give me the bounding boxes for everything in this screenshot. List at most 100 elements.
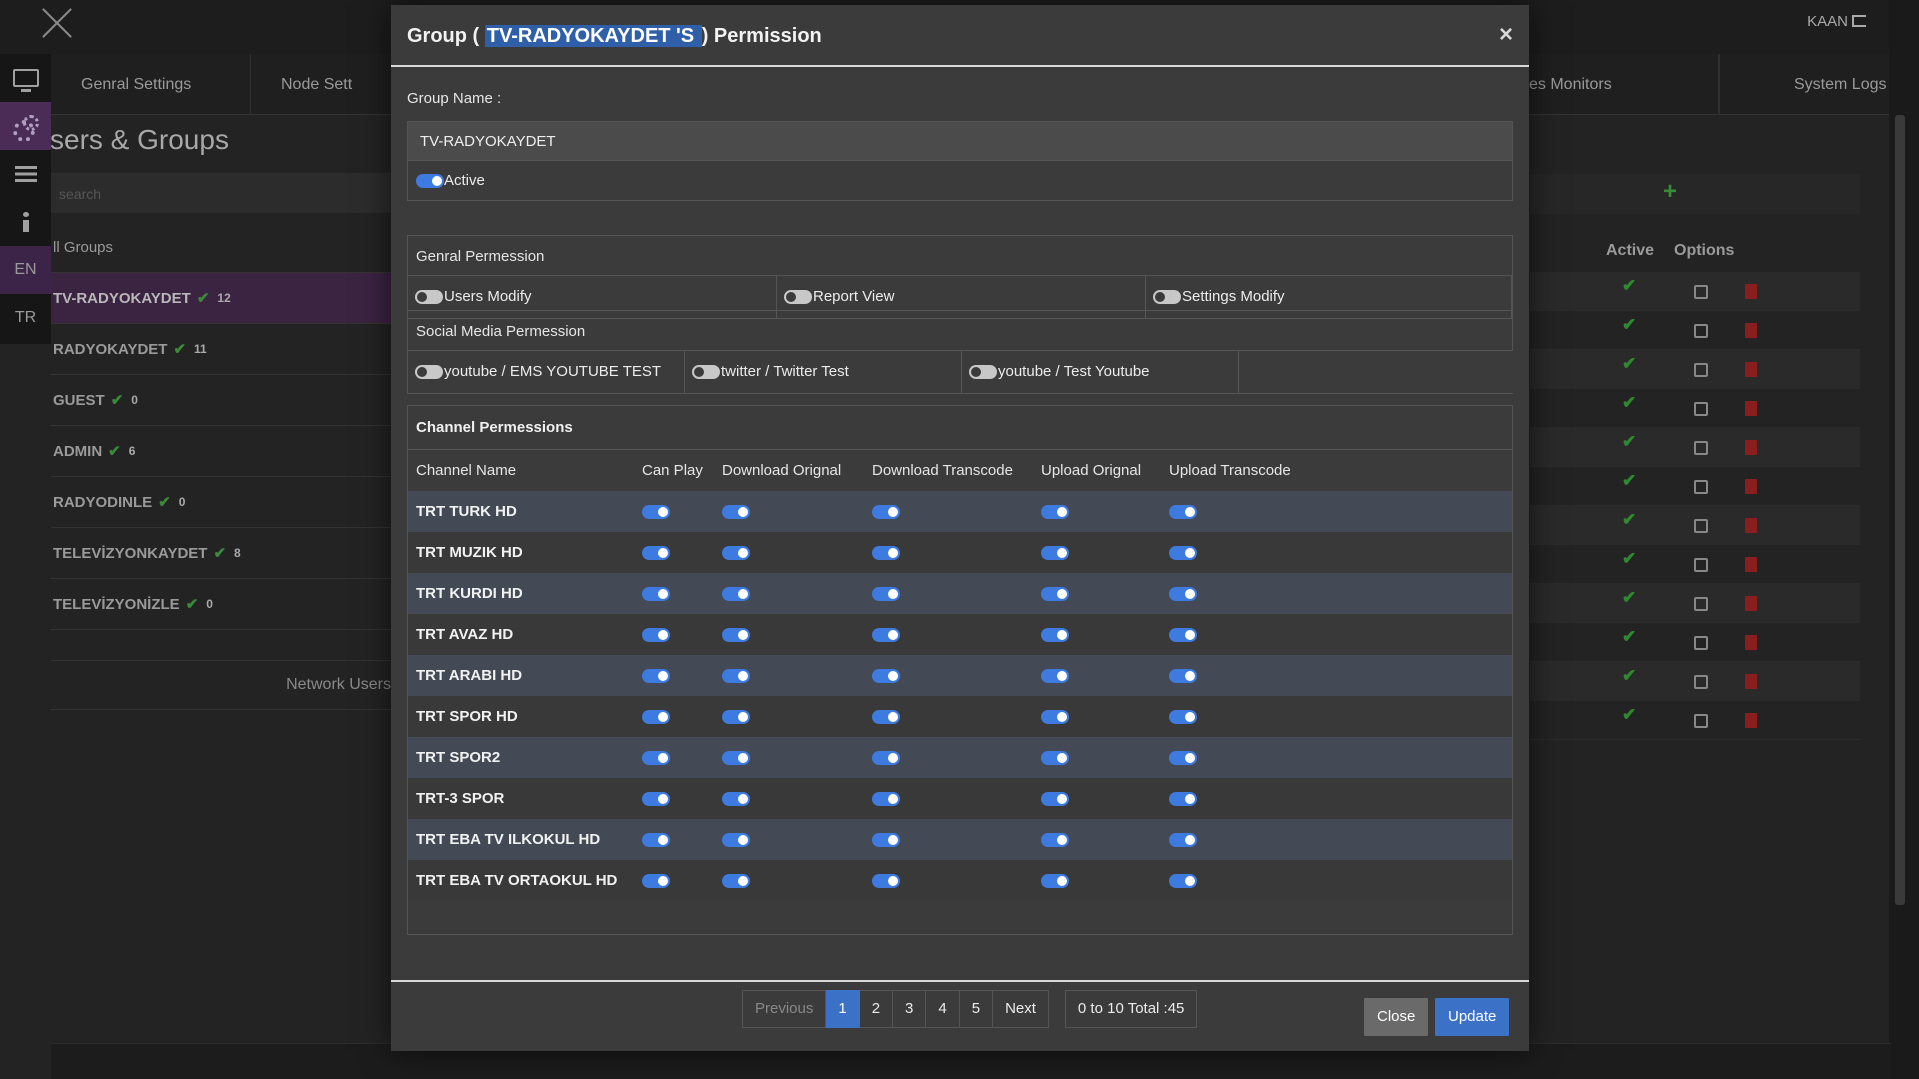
channel-permission-toggle[interactable] [642,669,670,684]
channel-permission-toggle[interactable] [1041,669,1069,684]
page-scrollbar[interactable] [1895,115,1905,905]
user-menu[interactable]: KAAN [1807,13,1866,30]
channel-permission-toggle[interactable] [1169,628,1197,643]
trash-icon[interactable] [1745,440,1757,455]
group-item[interactable]: TELEVİZYONİZLE ✔ 0 [51,579,391,630]
channel-permission-toggle[interactable] [642,792,670,807]
permission-toggle[interactable] [415,290,443,304]
group-item[interactable]: ll Groups [51,222,391,273]
channel-permission-toggle[interactable] [872,669,900,684]
trash-icon[interactable] [1745,713,1757,728]
channel-permission-toggle[interactable] [1169,874,1197,889]
permission-toggle[interactable] [969,365,997,379]
group-item[interactable]: RADYODINLE ✔ 0 [51,477,391,528]
channel-permission-toggle[interactable] [722,505,750,520]
channel-permission-toggle[interactable] [1169,833,1197,848]
channel-permission-toggle[interactable] [642,587,670,602]
active-toggle[interactable] [416,174,444,188]
channel-permission-toggle[interactable] [722,628,750,643]
nav-settings[interactable] [0,102,51,150]
trash-icon[interactable] [1745,479,1757,494]
group-item[interactable]: TV-RADYOKAYDET ✔ 12 [51,273,391,324]
trash-icon[interactable] [1745,557,1757,572]
trash-icon[interactable] [1745,518,1757,533]
channel-permission-toggle[interactable] [1041,874,1069,889]
channel-permission-toggle[interactable] [872,751,900,766]
permission-toggle[interactable] [1153,290,1181,304]
channel-permission-toggle[interactable] [642,505,670,520]
network-users-link[interactable]: Network Users [51,660,391,710]
nav-info[interactable] [0,198,51,246]
group-item[interactable]: ADMIN ✔ 6 [51,426,391,477]
lang-tr[interactable]: TR [0,294,51,342]
permission-toggle[interactable] [692,365,720,379]
channel-permission-toggle[interactable] [872,874,900,889]
edit-icon[interactable] [1694,519,1708,533]
channel-permission-toggle[interactable] [642,710,670,725]
group-item[interactable]: GUEST ✔ 0 [51,375,391,426]
channel-permission-toggle[interactable] [1041,710,1069,725]
channel-permission-toggle[interactable] [722,874,750,889]
channel-permission-toggle[interactable] [642,628,670,643]
channel-permission-toggle[interactable] [1169,792,1197,807]
edit-icon[interactable] [1694,714,1708,728]
channel-permission-toggle[interactable] [872,833,900,848]
channel-permission-toggle[interactable] [722,792,750,807]
channel-permission-toggle[interactable] [1169,669,1197,684]
close-icon[interactable] [40,6,74,40]
trash-icon[interactable] [1745,284,1757,299]
group-search-input[interactable]: search [51,173,391,213]
channel-permission-toggle[interactable] [872,792,900,807]
edit-icon[interactable] [1694,402,1708,416]
group-item[interactable]: TELEVİZYONKAYDET ✔ 8 [51,528,391,579]
channel-permission-toggle[interactable] [1041,628,1069,643]
edit-icon[interactable] [1694,363,1708,377]
channel-permission-toggle[interactable] [1041,587,1069,602]
channel-permission-toggle[interactable] [642,874,670,889]
channel-permission-toggle[interactable] [642,546,670,561]
edit-icon[interactable] [1694,636,1708,650]
nav-list[interactable] [0,150,51,198]
channel-permission-toggle[interactable] [872,546,900,561]
channel-permission-toggle[interactable] [1041,546,1069,561]
channel-permission-toggle[interactable] [722,751,750,766]
edit-icon[interactable] [1694,597,1708,611]
group-name-input[interactable]: TV-RADYOKAYDET [407,121,1513,161]
channel-permission-toggle[interactable] [1169,505,1197,520]
edit-icon[interactable] [1694,480,1708,494]
edit-icon[interactable] [1694,324,1708,338]
tab-general-settings[interactable]: Genral Settings [51,54,251,115]
edit-icon[interactable] [1694,285,1708,299]
channel-permission-toggle[interactable] [1041,833,1069,848]
channel-permission-toggle[interactable] [1041,792,1069,807]
channel-permission-toggle[interactable] [642,751,670,766]
close-button[interactable]: Close [1364,998,1429,1036]
channel-permission-toggle[interactable] [722,833,750,848]
edit-icon[interactable] [1694,441,1708,455]
add-user-button[interactable]: + [1663,178,1677,206]
trash-icon[interactable] [1745,401,1757,416]
channel-permission-toggle[interactable] [722,546,750,561]
edit-icon[interactable] [1694,675,1708,689]
modal-close-icon[interactable]: × [1499,23,1513,47]
trash-icon[interactable] [1745,674,1757,689]
channel-permission-toggle[interactable] [722,587,750,602]
permission-toggle[interactable] [415,365,443,379]
tab-monitors[interactable]: es Monitors [1529,54,1719,115]
logout-icon[interactable] [1852,15,1866,27]
channel-permission-toggle[interactable] [1169,546,1197,561]
lang-en[interactable]: EN [0,246,51,294]
nav-monitor[interactable] [0,54,51,102]
trash-icon[interactable] [1745,323,1757,338]
channel-permission-toggle[interactable] [722,669,750,684]
trash-icon[interactable] [1745,596,1757,611]
channel-permission-toggle[interactable] [872,628,900,643]
channel-permission-toggle[interactable] [1041,751,1069,766]
channel-permission-toggle[interactable] [642,833,670,848]
channel-permission-toggle[interactable] [872,587,900,602]
channel-permission-toggle[interactable] [1169,587,1197,602]
trash-icon[interactable] [1745,362,1757,377]
channel-permission-toggle[interactable] [1169,751,1197,766]
update-button[interactable]: Update [1435,998,1510,1036]
channel-permission-toggle[interactable] [1169,710,1197,725]
